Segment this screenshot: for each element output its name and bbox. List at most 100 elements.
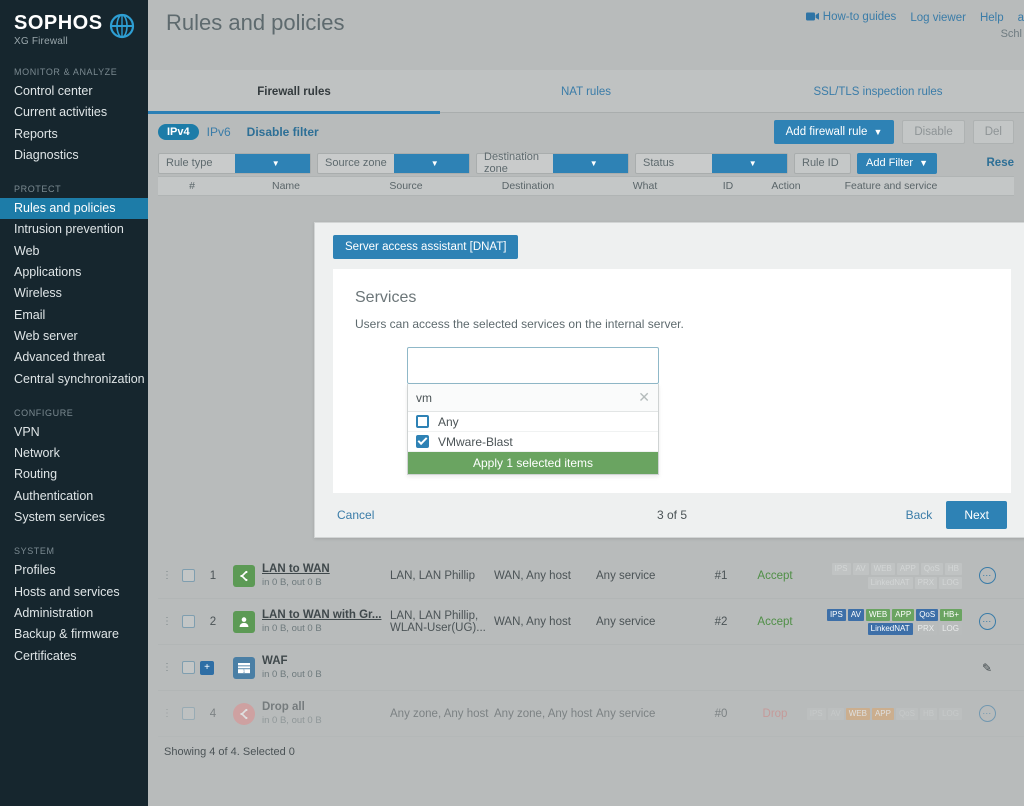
row-more-cell[interactable]: ⋯ — [966, 613, 1008, 630]
source-zone-select[interactable]: Source zone ▼ — [317, 152, 470, 174]
sidebar-item-web-server[interactable]: Web server — [0, 326, 148, 347]
checkbox-any[interactable] — [416, 415, 429, 428]
apply-selected-items-button[interactable]: Apply 1 selected items — [408, 452, 658, 474]
sidebar-item-vpn[interactable]: VPN — [0, 422, 148, 443]
brand-logo[interactable]: SOPHOS XG Firewall — [0, 0, 148, 49]
log-viewer-link[interactable]: Log viewer — [910, 12, 966, 24]
badge-web: WEB — [845, 707, 870, 720]
tabstrip: Firewall rules NAT rules SSL/TLS inspect… — [148, 70, 1024, 114]
badge-hb: HB — [919, 707, 938, 720]
destination-zone-select[interactable]: Destination zone ▼ — [476, 151, 629, 175]
howto-guides-link[interactable]: How-to guides — [805, 11, 896, 24]
row-checkbox[interactable] — [181, 707, 195, 720]
table-row[interactable]: ⋮ 1 LAN to WAN in 0 B, out 0 B LAN, LAN … — [158, 553, 1024, 599]
drag-handle-icon[interactable]: ⋮ — [158, 662, 176, 673]
drag-handle-icon[interactable]: ⋮ — [158, 708, 176, 719]
row-checkbox-cell[interactable] — [176, 661, 200, 674]
rule-traffic: in 0 B, out 0 B — [262, 623, 322, 634]
checkbox-vmware-blast[interactable] — [416, 435, 429, 448]
sidebar-item-rules-and-policies[interactable]: Rules and policies — [0, 198, 148, 220]
row-more-cell[interactable]: ✎ — [966, 661, 1008, 675]
disable-filter-button[interactable]: Disable filter — [247, 125, 319, 139]
services-selected-box[interactable] — [407, 347, 659, 384]
tab-firewall-rules[interactable]: Firewall rules — [148, 70, 440, 114]
sidebar-item-control-center[interactable]: Control center — [0, 81, 148, 102]
sidebar-item-authentication[interactable]: Authentication — [0, 486, 148, 507]
help-link[interactable]: Help — [980, 12, 1004, 24]
rule-name-link[interactable]: WAF — [262, 655, 390, 667]
wizard-tab-dnat[interactable]: Server access assistant [DNAT] — [333, 235, 519, 259]
row-more-cell[interactable]: ⋯ — [966, 705, 1008, 722]
sidebar-item-reports[interactable]: Reports — [0, 124, 148, 145]
sidebar-item-network[interactable]: Network — [0, 443, 148, 464]
add-filter-button[interactable]: Add Filter ▼ — [857, 152, 937, 174]
ipv4-toggle[interactable]: IPv4 — [158, 123, 199, 140]
admin-menu-link[interactable]: a — [1018, 12, 1024, 24]
rule-name-link[interactable]: LAN to WAN with Gr... — [262, 609, 390, 621]
row-checkbox-cell[interactable] — [176, 615, 200, 628]
row-more-cell[interactable]: ⋯ — [966, 567, 1008, 584]
drag-handle-icon[interactable]: ⋮ — [158, 570, 176, 581]
tab-nat-rules[interactable]: NAT rules — [440, 70, 732, 113]
row-checkbox[interactable] — [181, 569, 195, 582]
services-search-row[interactable]: vm ✕ — [408, 384, 658, 412]
back-button[interactable]: Back — [906, 508, 933, 522]
cancel-button[interactable]: Cancel — [337, 508, 374, 522]
more-dots-icon[interactable]: ⋯ — [978, 705, 996, 722]
reset-button[interactable]: Rese — [987, 157, 1015, 169]
rule-name-link[interactable]: Drop all — [262, 701, 390, 713]
sidebar-item-system-services[interactable]: System services — [0, 507, 148, 528]
row-checkbox-cell[interactable] — [176, 569, 200, 582]
row-checkbox-cell[interactable] — [176, 707, 200, 720]
sidebar-item-administration[interactable]: Administration — [0, 603, 148, 624]
sidebar-item-advanced-threat[interactable]: Advanced threat — [0, 347, 148, 368]
sidebar-item-wireless[interactable]: Wireless — [0, 283, 148, 304]
next-button[interactable]: Next — [946, 501, 1007, 529]
drag-handle-icon[interactable]: ⋮ — [158, 616, 176, 627]
table-row[interactable]: ⋮ + 1 WAF in 0 B, out 0 B ✎ — [158, 645, 1024, 691]
row-id: #2 — [714, 615, 728, 628]
sophos-globe-icon — [109, 13, 135, 44]
sidebar-item-web[interactable]: Web — [0, 241, 148, 262]
expand-plus-icon[interactable]: + — [200, 660, 214, 675]
sidebar-item-applications[interactable]: Applications — [0, 262, 148, 283]
delete-button[interactable]: Del — [972, 119, 1014, 144]
service-option-any[interactable]: Any — [408, 412, 658, 432]
sidebar-item-profiles[interactable]: Profiles — [0, 560, 148, 581]
rule-name-link[interactable]: LAN to WAN — [262, 563, 390, 575]
table-row[interactable]: ⋮ 2 LAN to WAN with Gr... in 0 B, out 0 … — [158, 599, 1024, 645]
service-option-vmware-blast[interactable]: VMware-Blast — [408, 432, 658, 452]
sidebar-item-hosts-and-services[interactable]: Hosts and services — [0, 582, 148, 603]
row-checkbox[interactable] — [181, 661, 195, 674]
rule-type-select[interactable]: Rule type ▼ — [158, 152, 311, 174]
sidebar-item-current-activities[interactable]: Current activities — [0, 102, 148, 123]
row-type-icon-cell — [226, 610, 262, 633]
rule-id-input[interactable]: Rule ID — [794, 152, 851, 174]
clear-x-icon[interactable]: ✕ — [638, 389, 650, 406]
disable-button[interactable]: Disable — [902, 119, 965, 144]
sidebar-item-certificates[interactable]: Certificates — [0, 646, 148, 667]
add-firewall-rule-button[interactable]: Add firewall rule ▼ — [773, 119, 895, 144]
sidebar-item-central-synchronization[interactable]: Central synchronization — [0, 369, 148, 390]
sidebar-item-routing[interactable]: Routing — [0, 464, 148, 485]
row-id: #1 — [714, 569, 728, 582]
top-header: Rules and policies How-to guides Log vie… — [148, 0, 1024, 70]
column-header-feature-and-service: Feature and service — [844, 180, 938, 192]
more-dots-icon[interactable]: ⋯ — [978, 613, 996, 630]
row-checkbox[interactable] — [181, 615, 195, 628]
pencil-icon[interactable]: ✎ — [982, 661, 992, 675]
sidebar-item-intrusion-prevention[interactable]: Intrusion prevention — [0, 219, 148, 240]
more-dots-icon[interactable]: ⋯ — [978, 567, 996, 584]
sidebar-item-diagnostics[interactable]: Diagnostics — [0, 145, 148, 166]
server-access-assistant-wizard: Server access assistant [DNAT] Services … — [314, 222, 1024, 538]
sidebar-item-backup-firmware[interactable]: Backup & firmware — [0, 624, 148, 645]
badge-web: WEB — [865, 608, 891, 621]
sidebar-item-email[interactable]: Email — [0, 305, 148, 326]
ipv6-toggle[interactable]: IPv6 — [207, 125, 231, 139]
services-search-input[interactable]: vm — [416, 391, 638, 405]
status-select[interactable]: Status ▼ — [635, 152, 788, 174]
sidebar: SOPHOS XG Firewall MONITOR & ANALYZE Con… — [0, 0, 148, 806]
tab-ssl-tls-inspection-rules[interactable]: SSL/TLS inspection rules — [732, 70, 1024, 113]
table-row[interactable]: ⋮ 4 Drop all in 0 B, out 0 B Any zone, A… — [158, 691, 1024, 737]
badge-linkednat: LinkedNAT — [867, 622, 913, 635]
